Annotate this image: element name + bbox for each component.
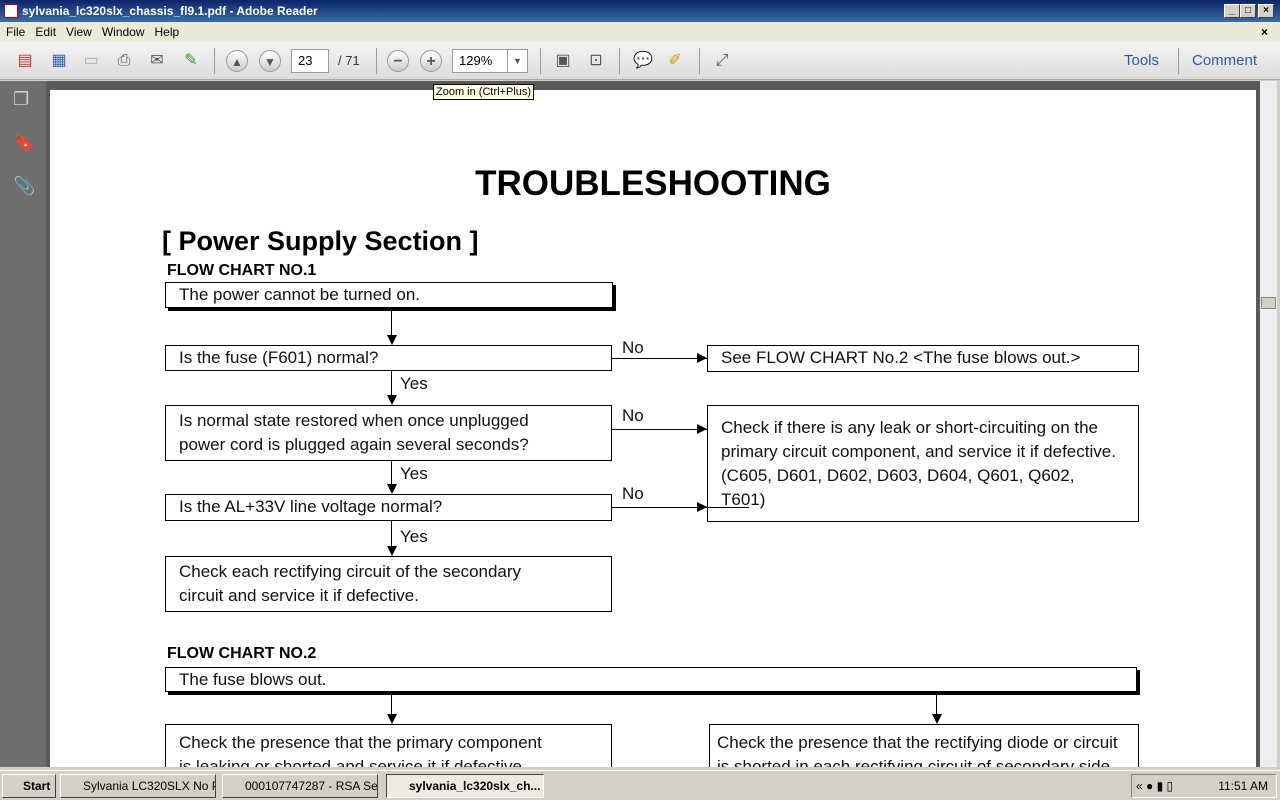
menu-bar: File Edit View Window Help × <box>0 22 1280 42</box>
menu-window[interactable]: Window <box>102 25 145 39</box>
menu-file[interactable]: File <box>6 25 25 39</box>
box-text: power cord is plugged again several seco… <box>179 435 529 454</box>
menu-help[interactable]: Help <box>155 25 180 39</box>
fc1-start-box: The power cannot be turned on. <box>165 282 613 308</box>
page-count: / 71 <box>338 53 360 68</box>
box-text: Is normal state restored when once unplu… <box>179 411 529 430</box>
title-bar: sylvania_lc320slx_chassis_fl9.1.pdf - Ad… <box>0 0 1280 22</box>
box-text: primary circuit component, and service i… <box>721 442 1116 461</box>
box-text: Is the fuse (F601) normal? <box>179 348 379 367</box>
menu-edit[interactable]: Edit <box>35 25 56 39</box>
box-text: is shorted in each rectifying circuit of… <box>717 757 1115 767</box>
yes-label: Yes <box>400 527 428 546</box>
taskbar: Start Sylvania LC320SLX No P... 00010774… <box>0 770 1280 800</box>
section-heading: [ Power Supply Section ] <box>162 226 479 256</box>
fit-page-icon[interactable]: ▣ <box>552 50 574 72</box>
taskbar-item-browser[interactable]: Sylvania LC320SLX No P... <box>60 774 216 798</box>
yes-label: Yes <box>400 464 428 483</box>
print-icon[interactable]: ⎙ <box>113 50 135 72</box>
open-icon[interactable]: ▦ <box>48 50 70 72</box>
close-button[interactable]: × <box>1258 4 1274 18</box>
start-button[interactable]: Start <box>2 774 56 798</box>
box-text: T601) <box>721 490 766 509</box>
box-text: Check the presence that the primary comp… <box>179 733 542 752</box>
toolbar: ▤ ▦ ▭ ⎙ ✉ ✎ ▲ ▼ − + ▣ ⊡ 💬 ✐ ⤢ Tools Comm… <box>0 42 1280 80</box>
fc1-q1-box: Is the fuse (F601) normal? <box>165 345 612 371</box>
zoom-in-tooltip: Zoom in (Ctrl+Plus) <box>433 84 535 100</box>
fc1-q3-box: Is the AL+33V line voltage normal? <box>165 494 612 521</box>
next-page-button[interactable]: ▼ <box>259 50 281 72</box>
zoom-out-button[interactable]: − <box>387 50 409 72</box>
flow-chart-2-heading: FLOW CHART NO.2 <box>167 645 317 662</box>
vertical-scrollbar[interactable] <box>1260 81 1277 767</box>
fc1-q2-no-box: Check if there is any leak or short-circ… <box>707 405 1139 522</box>
box-text: The fuse blows out. <box>179 670 327 689</box>
yes-label: Yes <box>400 374 428 393</box>
pdf-page: TROUBLESHOOTING [ Power Supply Section ]… <box>50 90 1256 767</box>
task-label: sylvania_lc320slx_ch... <box>409 779 541 793</box>
tray-icons[interactable]: « ● ▮ ▯ <box>1132 775 1173 797</box>
no-label: No <box>622 484 644 503</box>
fc2-right-box: Check the presence that the rectifying d… <box>709 724 1139 767</box>
email-icon[interactable]: ✉ <box>146 50 168 72</box>
box-text: (C605, D601, D602, D603, D604, Q601, Q60… <box>721 466 1075 485</box>
flow-chart-1-heading: FLOW CHART NO.1 <box>167 262 317 279</box>
comment-button[interactable]: Comment <box>1192 52 1257 70</box>
system-tray: « ● ▮ ▯ 11:51 AM <box>1131 774 1277 798</box>
create-pdf-icon[interactable]: ▤ <box>14 50 36 72</box>
box-text: Check the presence that the rectifying d… <box>717 733 1118 752</box>
adobe-reader-icon <box>4 4 18 18</box>
minimize-button[interactable]: _ <box>1224 4 1240 18</box>
clock: 11:51 AM <box>1218 779 1268 793</box>
full-screen-icon[interactable]: ⤢ <box>711 50 733 72</box>
maximize-button[interactable]: □ <box>1240 4 1256 18</box>
no-label: No <box>622 338 644 357</box>
menu-view[interactable]: View <box>66 25 92 39</box>
zoom-in-button[interactable]: + <box>420 50 442 72</box>
box-text: The power cannot be turned on. <box>179 285 420 304</box>
fit-width-icon[interactable]: ⊡ <box>585 50 607 72</box>
fc1-q2-box: Is normal state restored when once unplu… <box>165 405 612 461</box>
task-label: 000107747287 - RSA Se... <box>245 779 378 793</box>
box-text: is leaking or shorted and service it if … <box>179 757 527 767</box>
fc2-start-box: The fuse blows out. <box>165 667 1137 692</box>
box-text: circuit and service it if defective. <box>179 586 419 605</box>
highlight-icon[interactable]: ✐ <box>664 50 686 72</box>
previous-page-button[interactable]: ▲ <box>226 50 248 72</box>
sign-icon[interactable]: ✎ <box>180 50 202 72</box>
start-label: Start <box>23 779 51 793</box>
bookmarks-icon[interactable]: 🔖 <box>13 133 35 153</box>
page-number-input[interactable]: 23 <box>291 49 329 73</box>
tools-button[interactable]: Tools <box>1124 52 1159 70</box>
fc1-end-box: Check each rectifying circuit of the sec… <box>165 556 612 612</box>
taskbar-item-rsa[interactable]: 000107747287 - RSA Se... <box>222 774 378 798</box>
box-text: Is the AL+33V line voltage normal? <box>179 497 443 516</box>
save-icon[interactable]: ▭ <box>80 50 102 72</box>
no-label: No <box>622 406 644 425</box>
taskbar-item-adobe-reader[interactable]: sylvania_lc320slx_ch... <box>386 774 544 798</box>
navigation-panel: ❐ 🔖 📎 <box>0 81 46 767</box>
close-document-icon[interactable]: × <box>1261 22 1268 42</box>
zoom-dropdown-icon[interactable]: ▼ <box>507 50 527 72</box>
scroll-thumb[interactable] <box>1261 297 1276 309</box>
pages-icon[interactable]: ❐ <box>13 89 33 109</box>
box-text: See FLOW CHART No.2 <The fuse blows out.… <box>721 348 1081 367</box>
attachments-icon[interactable]: 📎 <box>13 176 35 196</box>
task-label: Sylvania LC320SLX No P... <box>83 779 216 793</box>
box-text: Check each rectifying circuit of the sec… <box>179 562 522 581</box>
fc1-q1-no-box: See FLOW CHART No.2 <The fuse blows out.… <box>707 345 1139 372</box>
window-title: sylvania_lc320slx_chassis_fl9.1.pdf - Ad… <box>22 4 318 18</box>
box-text: Check if there is any leak or short-circ… <box>721 418 1099 437</box>
doc-title: TROUBLESHOOTING <box>475 164 831 203</box>
fc2-left-box: Check the presence that the primary comp… <box>165 724 612 767</box>
comment-icon[interactable]: 💬 <box>632 50 654 72</box>
